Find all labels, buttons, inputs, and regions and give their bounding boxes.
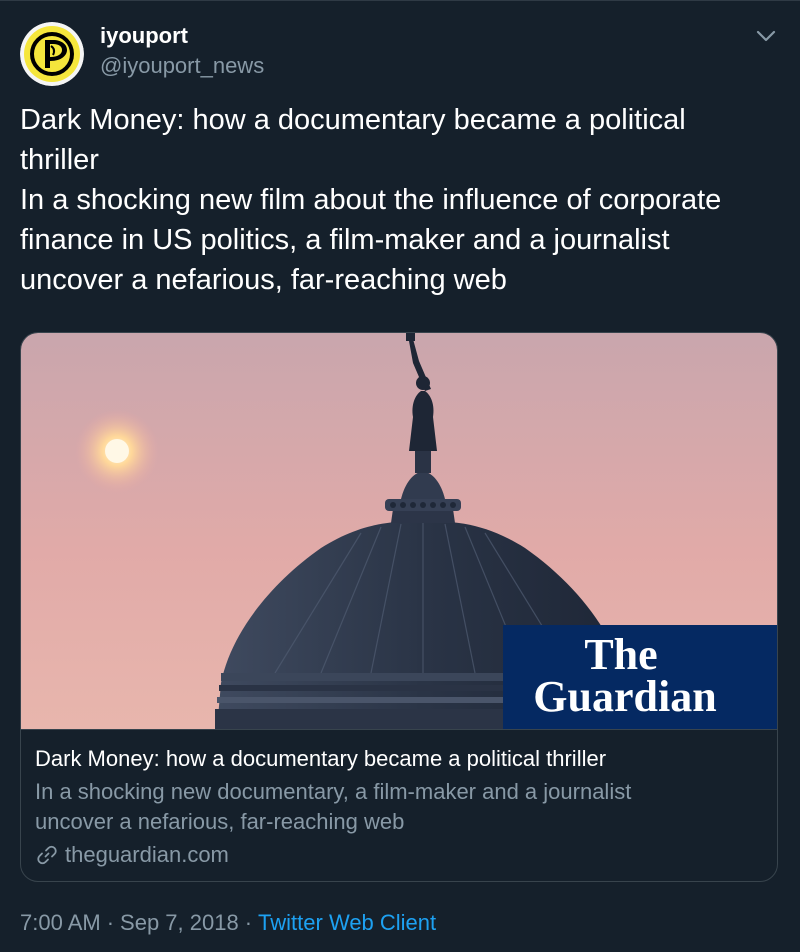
top-divider <box>0 0 800 1</box>
card-title: Dark Money: how a documentary became a p… <box>35 746 607 771</box>
tweet-text-line: Dark Money: how a documentary became a p… <box>20 104 686 136</box>
tweet-text-line: thriller <box>20 144 99 176</box>
tweet-menu-caret[interactable] <box>752 22 780 50</box>
pirate-sail-logo-icon <box>20 22 84 86</box>
card-description-line: uncover a nefarious, far-reaching web <box>35 809 405 834</box>
chevron-down-icon <box>756 30 776 42</box>
author-display-name[interactable]: iyouport <box>100 22 188 50</box>
card-description-line: In a shocking new documentary, a film-ma… <box>35 779 632 804</box>
meta-separator: · <box>244 910 253 935</box>
tweet: iyouport @iyouport_news Dark Money: how … <box>0 0 800 952</box>
card-domain: theguardian.com <box>35 841 229 869</box>
guardian-logo-guardian: Guardian <box>533 672 716 721</box>
card-description: In a shocking new documentary, a film-ma… <box>35 777 755 837</box>
link-preview-card[interactable]: The Guardian Dark Money: how a documenta… <box>20 332 778 882</box>
link-icon <box>37 845 57 865</box>
tweet-text-line: In a shocking new film about the influen… <box>20 184 722 216</box>
tweet-text: Dark Money: how a documentary became a p… <box>20 100 780 300</box>
tweet-meta: 7:00 AM · Sep 7, 2018 · Twitter Web Client <box>20 908 436 938</box>
tweet-text-line: finance in US politics, a film-maker and… <box>20 224 670 256</box>
card-divider <box>21 729 777 730</box>
tweet-source-link[interactable]: Twitter Web Client <box>258 910 436 935</box>
card-domain-text: theguardian.com <box>65 842 229 867</box>
tweet-text-line: uncover a nefarious, far-reaching web <box>20 264 507 296</box>
tweet-time[interactable]: 7:00 AM <box>20 910 101 935</box>
tweet-date[interactable]: Sep 7, 2018 <box>120 910 239 935</box>
card-image: The Guardian <box>21 333 777 729</box>
author-handle[interactable]: @iyouport_news <box>100 52 264 80</box>
author-avatar[interactable] <box>20 22 84 86</box>
meta-separator: · <box>106 910 115 935</box>
